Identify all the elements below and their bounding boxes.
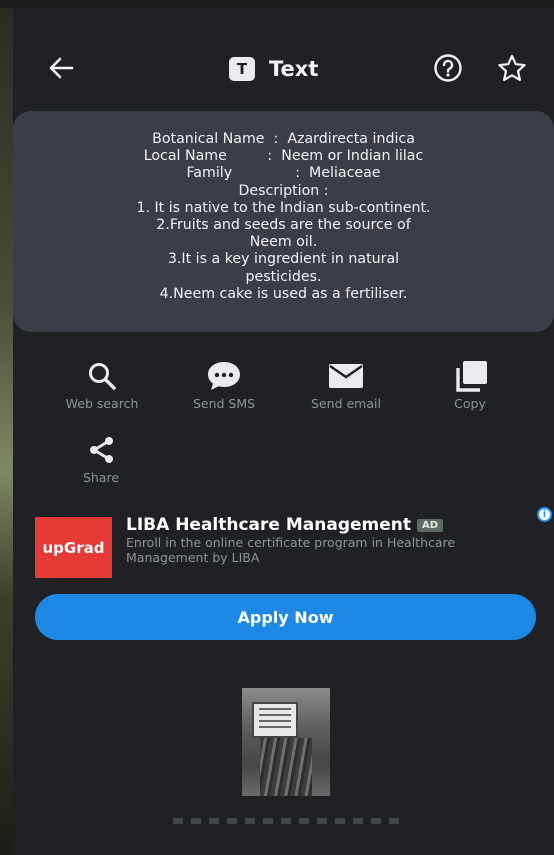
text-line: Local Name : Neem or Indian lilac — [143, 148, 424, 165]
recognized-text: Botanical Name : Azardirecta indica Loca… — [13, 131, 554, 303]
source-photo-thumbnail[interactable] — [242, 688, 330, 796]
ad-label-badge: AD — [417, 518, 444, 532]
back-button[interactable] — [43, 52, 79, 84]
text-line: Description : — [238, 182, 329, 199]
send-email-label: Send email — [311, 396, 381, 411]
copy-action[interactable]: Copy — [415, 358, 525, 411]
web-search-action[interactable]: Web search — [47, 358, 157, 411]
title-group: T Text — [229, 54, 318, 84]
star-outline-icon — [498, 54, 526, 81]
page-title: Text — [269, 57, 319, 81]
question-circle-icon — [434, 54, 462, 82]
envelope-icon — [329, 364, 363, 388]
text-result-panel: T Text Botanical Name : Azardirecta indi… — [13, 8, 554, 855]
arrow-left-icon — [49, 57, 74, 79]
send-email-action[interactable]: Send email — [291, 358, 401, 411]
text-line: Neem oil. — [249, 234, 318, 251]
send-sms-action[interactable]: Send SMS — [169, 358, 279, 411]
share-action[interactable]: Share — [46, 432, 156, 485]
send-sms-label: Send SMS — [192, 396, 256, 411]
text-line: 4.Neem cake is used as a fertiliser. — [159, 285, 408, 302]
background-photo-edge — [0, 0, 14, 855]
copy-label: Copy — [454, 396, 486, 411]
text-line: pesticides. — [245, 268, 322, 285]
share-icon — [90, 437, 113, 463]
search-icon — [89, 363, 116, 390]
ad-title-text: LIBA Healthcare Management — [126, 515, 411, 535]
sign-board-graphic — [252, 702, 298, 738]
ad-description: Enroll in the online certificate program… — [126, 535, 456, 565]
text-line: 3.It is a key ingredient in natural — [167, 251, 400, 268]
text-line: 2.Fruits and seeds are the source of — [156, 217, 411, 234]
share-label: Share — [82, 470, 120, 485]
help-button[interactable] — [429, 52, 467, 84]
text-line: Family : Meliaceae — [186, 165, 381, 182]
ad-headline[interactable]: LIBA Healthcare Management AD — [126, 515, 444, 535]
copy-icon — [456, 361, 487, 392]
advertiser-logo[interactable]: upGrad — [35, 517, 112, 578]
ad-info-icon[interactable]: i — [537, 507, 552, 522]
top-bar: T Text — [13, 40, 554, 96]
text-type-icon: T — [229, 57, 255, 81]
text-line: 1. It is native to the Indian sub-contin… — [136, 199, 431, 216]
background-top-strip — [0, 0, 554, 8]
web-search-label: Web search — [65, 396, 139, 411]
faded-caption — [173, 818, 403, 824]
recognized-text-card[interactable]: Botanical Name : Azardirecta indica Loca… — [13, 111, 554, 332]
tree-trunk-graphic — [260, 738, 312, 796]
favorite-button[interactable] — [493, 52, 531, 84]
apply-now-button[interactable]: Apply Now — [35, 594, 536, 640]
chat-bubble-icon — [208, 362, 240, 390]
text-line: Botanical Name : Azardirecta indica — [152, 131, 415, 147]
